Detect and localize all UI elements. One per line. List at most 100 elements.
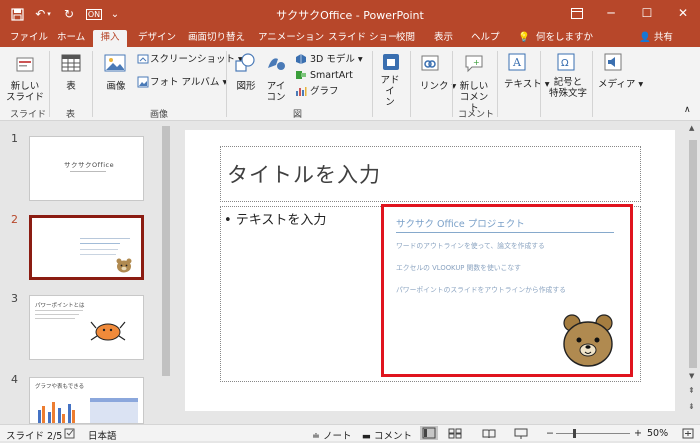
bear-illustration-icon[interactable] xyxy=(560,313,616,372)
spellcheck-icon[interactable] xyxy=(64,428,76,442)
group-illustrations-label: 図 xyxy=(293,110,303,120)
reading-view-icon[interactable] xyxy=(482,428,496,442)
window-title: サクサクOffice - PowerPoint xyxy=(276,9,424,22)
new-slide-button[interactable]: 新しい スライド xyxy=(6,81,44,103)
slide-scrollbar[interactable]: ▲ ▼ ⇞ ⇟ xyxy=(686,122,700,424)
thumbnail-line xyxy=(35,318,75,319)
group-separator xyxy=(497,51,498,117)
previous-slide-icon[interactable]: ⇞ xyxy=(688,386,695,395)
tab-file[interactable]: ファイル xyxy=(6,30,52,47)
image-button[interactable]: 画像 xyxy=(102,81,130,92)
maximize-icon[interactable]: ☐ xyxy=(636,4,658,22)
zoom-slider[interactable] xyxy=(556,429,630,438)
link-button[interactable]: リンク ▾ xyxy=(420,81,456,92)
ribbon: 新しい スライド スライド 表 表 画像 スクリーンショット ▾ フォト アルバ… xyxy=(0,47,700,121)
bear-thumbnail-icon xyxy=(116,258,132,276)
screenshot-button[interactable]: スクリーンショット ▾ xyxy=(150,54,243,65)
new-comment-icon: + xyxy=(464,53,484,76)
tell-me-search[interactable]: 何をしますか xyxy=(532,30,597,47)
graph-button[interactable]: グラフ xyxy=(310,86,339,97)
group-separator xyxy=(452,51,453,117)
link-label: リンク xyxy=(420,81,449,92)
tab-transitions[interactable]: 画面切り替え xyxy=(184,30,249,47)
collapse-ribbon-icon[interactable]: ∧ xyxy=(684,105,691,116)
slideshow-view-icon[interactable] xyxy=(514,428,528,442)
slide-thumbnail-2[interactable] xyxy=(29,215,144,280)
title-bar: ↶ ▾ ↻ ON ⌄ サクサクOffice - PowerPoint ─ ☐ ✕ xyxy=(0,0,700,28)
3d-model-button[interactable]: 3D モデル ▾ xyxy=(310,54,363,65)
scroll-up-icon[interactable]: ▲ xyxy=(689,124,694,132)
zoom-in-button[interactable]: + xyxy=(634,428,642,439)
notes-button[interactable]: ≐ ノート xyxy=(312,428,352,442)
text-button[interactable]: テキスト ▾ xyxy=(504,79,550,90)
ribbon-display-options-icon[interactable] xyxy=(566,4,588,22)
close-icon[interactable]: ✕ xyxy=(672,4,694,22)
smartart-button[interactable]: SmartArt xyxy=(310,70,353,81)
highlighted-content-frame[interactable]: サクサク Office プロジェクト ワードのアウトラインを使って、論文を作成す… xyxy=(381,204,633,377)
thumbnail-title: サクサクOffice xyxy=(64,161,115,169)
project-item: パワーポイントのスライドをアウトラインから作成する xyxy=(396,286,566,294)
next-slide-icon[interactable]: ⇟ xyxy=(688,402,695,411)
addin-button[interactable]: アドイ ン xyxy=(378,75,402,108)
group-separator xyxy=(92,51,93,117)
tab-animations[interactable]: アニメーション xyxy=(254,30,328,47)
thumbnail-scrollbar[interactable] xyxy=(160,122,172,424)
tab-design[interactable]: デザイン xyxy=(134,30,180,47)
title-placeholder[interactable]: タイトルを入力 xyxy=(220,146,641,202)
tab-home[interactable]: ホーム xyxy=(53,30,89,47)
slide-number: 3 xyxy=(11,292,18,305)
current-slide[interactable]: タイトルを入力 • テキストを入力 サクサク Office プロジェクト ワード… xyxy=(185,130,675,411)
language-indicator[interactable]: 日本語 xyxy=(88,428,117,442)
comments-button[interactable]: ▬ コメント xyxy=(362,428,412,442)
tab-review[interactable]: 校閲 xyxy=(392,30,419,47)
zoom-slider-thumb[interactable] xyxy=(573,429,576,438)
photo-album-icon xyxy=(137,76,149,91)
fit-to-window-icon[interactable] xyxy=(682,428,694,442)
ribbon-tabs: ファイル ホーム 挿入 デザイン 画面切り替え アニメーション スライド ショー… xyxy=(0,28,700,47)
slide-scrollbar-thumb[interactable] xyxy=(689,140,697,368)
text-icon: A xyxy=(508,53,526,74)
slide-number: 4 xyxy=(11,373,18,386)
slide-thumbnail-1[interactable]: サクサクOffice xyxy=(29,136,144,201)
group-slides-label: スライド xyxy=(10,110,47,120)
slide-thumbnail-4[interactable]: グラフや表もできる xyxy=(29,377,144,424)
body-placeholder-text: • テキストを入力 xyxy=(224,213,327,228)
shapes-button[interactable]: 図形 xyxy=(234,81,258,92)
group-separator xyxy=(372,51,373,117)
chart-thumbnail-icon xyxy=(36,396,82,423)
table-button[interactable]: 表 xyxy=(60,81,82,92)
smartart-icon xyxy=(295,69,307,84)
media-icon xyxy=(604,53,622,74)
graph-icon xyxy=(295,85,307,100)
shapes-icon xyxy=(234,53,256,76)
scroll-down-icon[interactable]: ▼ xyxy=(689,372,694,380)
thumbnail-scrollbar-thumb[interactable] xyxy=(162,126,170,376)
group-separator xyxy=(540,51,541,117)
tab-help[interactable]: ヘルプ xyxy=(467,30,504,47)
link-icon xyxy=(420,53,440,76)
zoom-level[interactable]: 50% xyxy=(647,428,668,439)
thumbnail-title: グラフや表もできる xyxy=(35,384,85,390)
media-button[interactable]: メディア ▾ xyxy=(598,79,643,90)
slide-sorter-icon[interactable] xyxy=(448,428,462,442)
tab-view[interactable]: 表示 xyxy=(430,30,457,47)
icons-button[interactable]: アイ コン xyxy=(264,81,288,103)
notes-label: ノート xyxy=(322,431,352,442)
crab-thumbnail-icon xyxy=(88,314,128,347)
thumbnail-line xyxy=(80,243,120,244)
tab-slideshow[interactable]: スライド ショー xyxy=(324,30,402,47)
zoom-out-button[interactable]: − xyxy=(546,428,554,439)
group-table-label: 表 xyxy=(66,110,76,120)
slide-thumbnail-3[interactable]: パワーポイントとは xyxy=(29,295,144,360)
share-icon: 👤 xyxy=(639,32,654,43)
share-button[interactable]: 👤 共有 xyxy=(635,30,677,47)
symbols-button[interactable]: 記号と 特殊文字 xyxy=(548,77,588,99)
slide-thumbnail-panel: 1 サクサクOffice 2 3 パワーポイントとは 4 グラフや表もできる xyxy=(0,122,172,424)
tab-insert[interactable]: 挿入 xyxy=(93,30,127,47)
svg-text:Ω: Ω xyxy=(561,58,569,69)
normal-view-icon[interactable] xyxy=(420,426,438,440)
minimize-icon[interactable]: ─ xyxy=(600,4,622,22)
comments-label: コメント xyxy=(374,431,413,442)
photo-album-button[interactable]: フォト アルバム ▾ xyxy=(150,77,227,88)
3d-model-icon xyxy=(295,53,307,68)
